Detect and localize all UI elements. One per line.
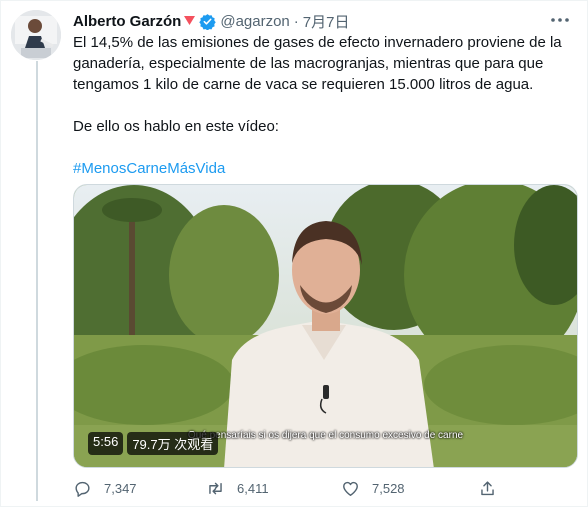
- tweet-text-line-4: De ello os hablo en este vídeo:: [73, 118, 279, 135]
- like-count: 7,528: [372, 481, 405, 496]
- reply-button[interactable]: 7,347: [73, 479, 137, 498]
- tweet-header: Alberto Garzón @agarzon · 7月7日: [73, 10, 349, 32]
- thread-line: [36, 61, 38, 501]
- tweet-date[interactable]: 7月7日: [303, 11, 350, 32]
- verified-badge-icon: [199, 13, 217, 30]
- video-frame: [74, 185, 577, 467]
- share-button[interactable]: [478, 479, 509, 498]
- reply-icon: [75, 481, 90, 497]
- hashtag-link[interactable]: #MenosCarneMásVida: [73, 158, 573, 179]
- retweet-count: 6,411: [237, 481, 269, 496]
- share-icon: [481, 481, 494, 496]
- tweet-text-line-2: ganadería, especialmente de las macrogra…: [73, 55, 544, 72]
- video-view-count: 79.7万 次观看: [127, 432, 219, 455]
- retweet-button[interactable]: 6,411: [206, 479, 269, 498]
- author-handle[interactable]: @agarzon: [220, 13, 289, 30]
- tweet-text-line-3: tengamos 1 kilo de carne de vaca se requ…: [73, 76, 534, 93]
- reply-count: 7,347: [104, 481, 137, 496]
- tweet-text-line-1: El 14,5% de las emisiones de gases de ef…: [73, 34, 562, 51]
- tweet-actions: 7,347 6,411 7,528: [73, 479, 578, 503]
- tweet-card[interactable]: Alberto Garzón @agarzon · 7月7日 El 14,5% …: [0, 0, 588, 507]
- video-duration: 5:56: [88, 432, 124, 455]
- retweet-icon: [209, 482, 222, 495]
- tweet-text: El 14,5% de las emisiones de gases de ef…: [73, 32, 573, 179]
- red-triangle-icon: [184, 16, 196, 25]
- video-overlay: 5:56 79.7万 次观看: [88, 432, 219, 455]
- video-player[interactable]: Qué pensaríais si os dijera que el consu…: [73, 184, 578, 468]
- author-name[interactable]: Alberto Garzón: [73, 13, 181, 30]
- heart-icon: [343, 481, 358, 496]
- like-button[interactable]: 7,528: [341, 479, 405, 498]
- separator-dot: ·: [293, 12, 299, 30]
- more-options-icon[interactable]: [549, 11, 571, 29]
- avatar[interactable]: [11, 10, 61, 60]
